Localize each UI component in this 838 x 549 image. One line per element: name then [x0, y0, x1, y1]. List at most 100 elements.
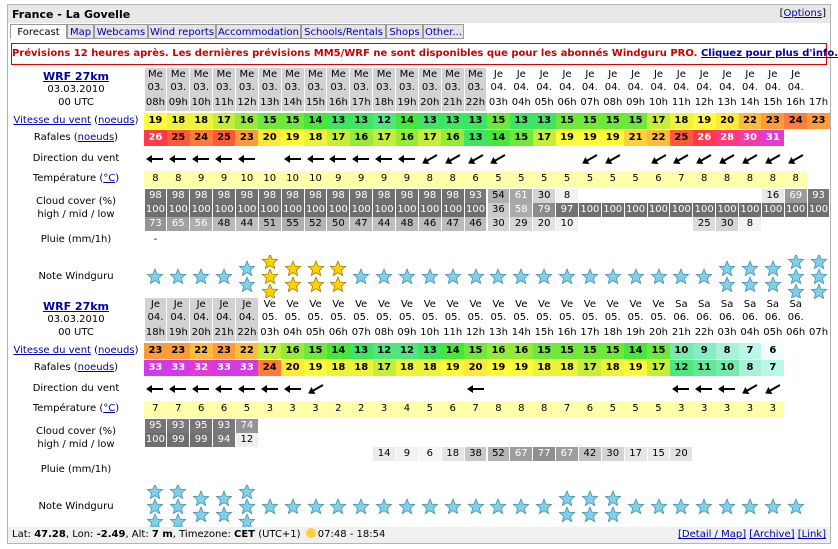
gust-unit-link[interactable]: noeuds [78, 362, 115, 373]
date-cell: 03. [258, 81, 281, 95]
cloud-mid-cell: 36 [487, 203, 510, 217]
temp-cell: 6 [647, 171, 670, 187]
gust-cell: 19 [487, 360, 510, 376]
tab-wind-reports[interactable]: Wind reports [148, 24, 216, 39]
wind-arrow-west [718, 385, 736, 393]
rating-stars-icon [146, 485, 165, 529]
wind-cell: 15 [487, 113, 510, 129]
tab-forecast[interactable]: Forecast [10, 24, 67, 39]
hour-cell: 15h [533, 325, 556, 341]
wind-cell: 23 [212, 343, 236, 359]
date-cell: 05. [510, 311, 533, 325]
detail-map-link[interactable]: [Detail / Map] [678, 529, 746, 540]
cloud-high-cell: 93 [464, 189, 487, 203]
rating-stars-icon [787, 497, 805, 515]
temp-unit-link[interactable]: °C [103, 173, 115, 184]
cloud-mid-cell: 100 [167, 203, 190, 217]
temp-cell: 3 [692, 401, 716, 417]
hour-cell: 18h [601, 325, 624, 341]
cloud-low-cell [784, 447, 807, 461]
temp-cell: 8 [738, 171, 762, 187]
cloud-low-cell [167, 447, 190, 461]
cloud-mid-cell: 100 [213, 203, 235, 217]
temp-cell: 10 [258, 171, 282, 187]
tab-accommodation[interactable]: Accommodation [216, 24, 301, 39]
wind-cell: 14 [395, 113, 419, 129]
tab-schools-rentals[interactable]: Schools/Rentals [301, 24, 386, 39]
gust-unit-link[interactable]: noeuds [78, 132, 115, 143]
tab-shops[interactable]: Shops [386, 24, 423, 39]
wind-arrow-west [237, 385, 255, 393]
model-run: 00 UTC [58, 327, 94, 338]
hour-cell: 21h [213, 325, 235, 341]
rating-stars-icon [695, 267, 713, 285]
cloud-high-cell: 74 [235, 419, 258, 433]
gust-cell: 18 [304, 130, 327, 146]
rating-stars-icon [672, 497, 690, 515]
wind-label-link[interactable]: Vitesse du vent [14, 115, 91, 126]
cloud-mid-cell [510, 433, 533, 447]
hour-cell: 08h [601, 95, 624, 111]
gust-label: Rafales (noeuds) [33, 132, 119, 143]
tz-label: Timezone: [179, 529, 231, 540]
wind-arrow-west [192, 155, 210, 163]
rating-stars-icon [329, 497, 347, 515]
wind-label-link[interactable]: Vitesse du vent [14, 345, 91, 356]
day-cell: Ve [418, 298, 441, 311]
wind-unit-link[interactable]: noeuds [98, 115, 135, 126]
gust-cell: 28 [715, 130, 739, 146]
gust-cell: 17 [578, 360, 602, 376]
cloud-low-cell: 30 [487, 217, 510, 231]
rating-stars-icon [581, 489, 599, 523]
cloud-low-cell: 15 [647, 447, 670, 461]
cloud-high-cell: 98 [373, 189, 396, 203]
hour-cell: 16h [556, 325, 578, 341]
archive-link[interactable]: [Archive] [749, 529, 794, 540]
date-cell: 03. [327, 81, 350, 95]
wind-cell: 10 [669, 343, 693, 359]
wind-cell: 24 [784, 113, 808, 129]
options-link[interactable]: [Options] [780, 8, 826, 19]
cloud-mid-cell: 100 [418, 203, 441, 217]
rating-stars-icon [535, 497, 553, 515]
wind-arrow-west [215, 155, 233, 163]
rating-stars-icon [146, 267, 165, 285]
cloud-high-cell [739, 189, 761, 203]
wind-cell: 18 [166, 113, 190, 129]
date-cell: 05. [304, 311, 327, 325]
temp-cell: 8 [692, 171, 716, 187]
date-cell: 03. [304, 81, 327, 95]
model-link[interactable]: WRF 27km [8, 300, 144, 313]
temp-cell: 5 [647, 401, 670, 417]
options-link-text[interactable]: Options [784, 8, 823, 19]
rating-stars-icon [421, 497, 439, 515]
temp-unit-link[interactable]: °C [103, 403, 115, 414]
date-cell: 06. [693, 311, 716, 325]
cloud-mid-cell: 100 [235, 203, 258, 217]
model-link[interactable]: WRF 27km [8, 70, 144, 83]
cloud-high-cell [647, 189, 670, 203]
day-cell: Me [396, 68, 418, 81]
wind-unit-link[interactable]: noeuds [98, 345, 135, 356]
gust-cell: 17 [647, 360, 670, 376]
gust-cell: 24 [258, 360, 282, 376]
rating-stars-icon [764, 497, 782, 515]
cloud-high-cell [693, 419, 716, 433]
date-cell: 04. [693, 81, 716, 95]
notice-link[interactable]: Cliquez pour plus d'info. [701, 48, 838, 59]
temp-cell: 8 [761, 171, 785, 187]
tab-other[interactable]: Other... [423, 24, 464, 39]
wind-arrow-southwest [742, 384, 758, 394]
day-cell: Ve [487, 298, 510, 311]
cloud-mid-cell: 58 [510, 203, 533, 217]
permalink-link[interactable]: [Link] [798, 529, 826, 540]
temp-cell: 5 [601, 171, 625, 187]
tab-webcams[interactable]: Webcams [94, 24, 148, 39]
day-cell: Je [487, 68, 510, 81]
wind-arrow-west [215, 385, 233, 393]
date-cell: 05. [533, 311, 556, 325]
tab-map[interactable]: Map [67, 24, 94, 39]
gust-cell: 19 [601, 130, 625, 146]
temp-cell: 9 [395, 171, 419, 187]
day-cell: Ve [350, 298, 373, 311]
